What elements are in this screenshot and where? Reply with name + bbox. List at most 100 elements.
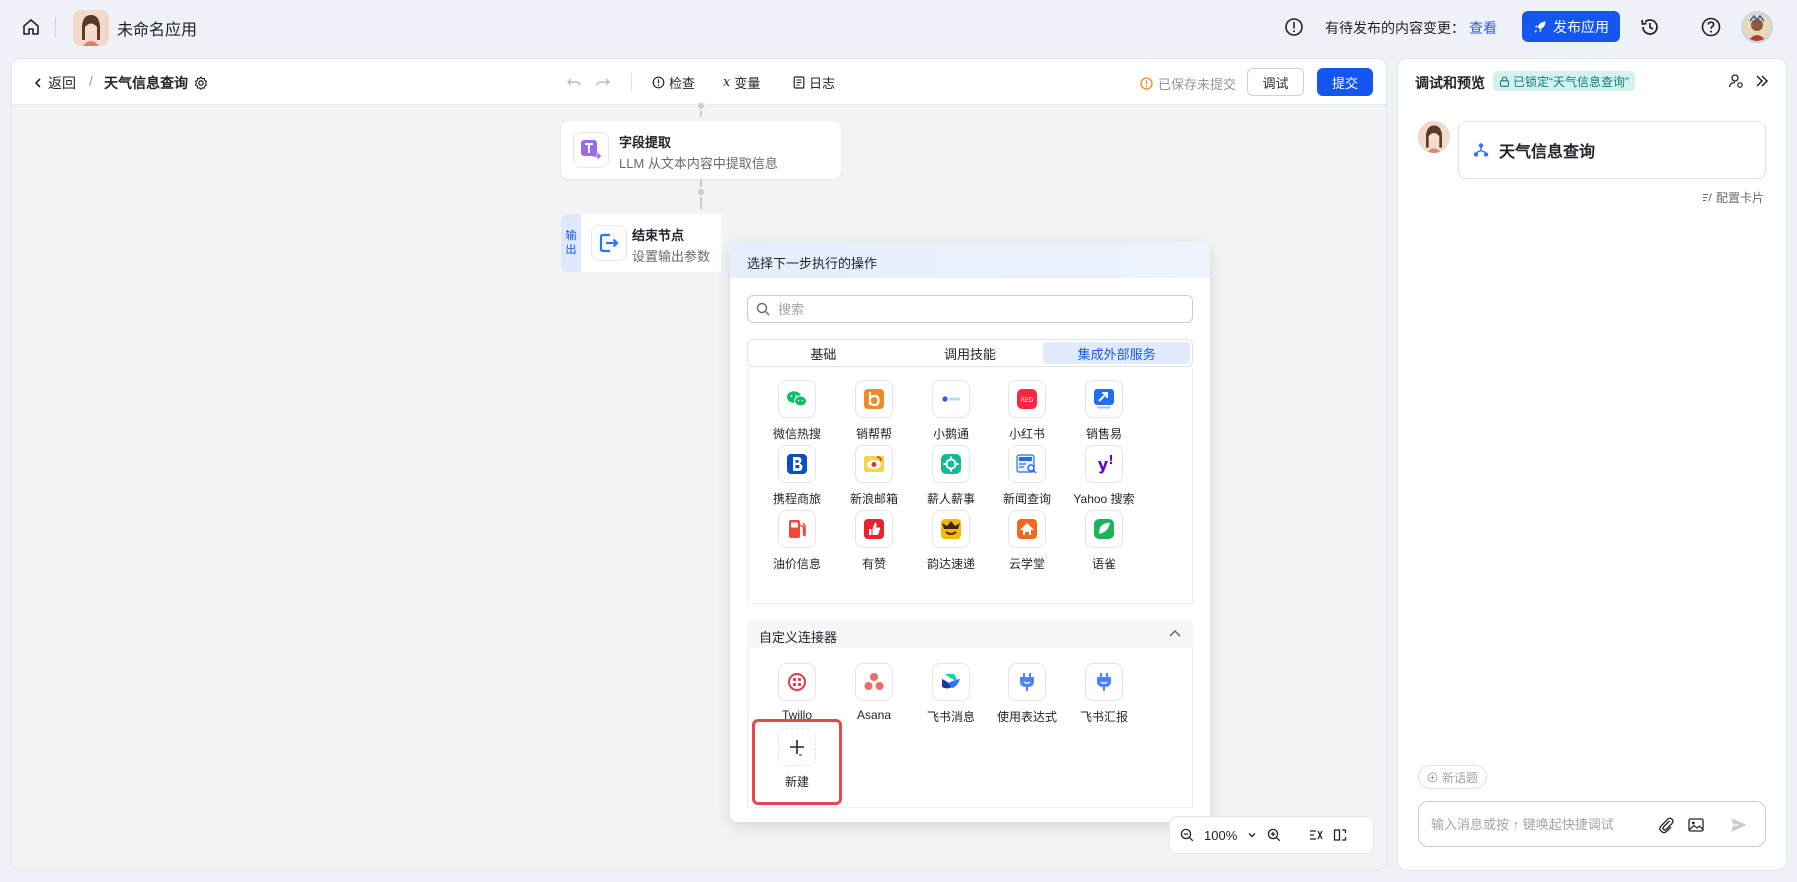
service-item[interactable]: 微信热搜 — [757, 380, 837, 442]
search-field[interactable] — [747, 295, 1193, 323]
custom-connector-item[interactable]: 飞书消息 — [911, 663, 991, 725]
warning-circle-icon — [1140, 77, 1153, 90]
zoom-in-icon[interactable] — [1267, 828, 1281, 842]
service-label: 销帮帮 — [855, 427, 892, 441]
image-icon[interactable] — [1687, 816, 1705, 834]
undo-icon[interactable] — [566, 74, 582, 94]
service-item[interactable]: 销售易 — [1064, 380, 1144, 442]
logs-button[interactable]: 日志 — [793, 73, 835, 92]
service-item[interactable]: 小鹅通 — [911, 380, 991, 442]
service-item[interactable]: 销帮帮 — [834, 380, 914, 442]
tab-skills[interactable]: 调用技能 — [897, 342, 1044, 364]
back-button[interactable]: 返回 — [32, 73, 76, 93]
end-node[interactable]: 输 出 结束节点 设置输出参数 — [561, 214, 721, 272]
chevron-down-icon[interactable] — [1247, 830, 1257, 840]
user-settings-icon[interactable] — [1728, 73, 1744, 89]
node-port[interactable] — [696, 187, 706, 197]
breadcrumb-separator: / — [89, 73, 93, 89]
service-label: 云学堂 — [1008, 557, 1045, 571]
category-tabs: 基础 调用技能 集成外部服务 — [747, 339, 1193, 367]
app-name[interactable]: 未命名应用 — [117, 16, 197, 40]
tab-external-services[interactable]: 集成外部服务 — [1043, 342, 1191, 364]
svg-text:y: y — [1098, 455, 1109, 474]
service-item[interactable]: 新闻查询 — [987, 445, 1067, 507]
service-item[interactable]: y! Yahoo 搜索 — [1064, 445, 1144, 507]
service-item[interactable]: 薪人薪事 — [911, 445, 991, 507]
field-extract-node[interactable]: 字段提取 LLM 从文本内容中提取信息 — [561, 121, 841, 179]
auto-layout-icon[interactable] — [1309, 828, 1323, 842]
canvas-header: 返回 / 天气信息查询 检查 𝑥 变量 日志 已保存未提交 调试 提交 — [12, 59, 1386, 105]
send-icon[interactable] — [1729, 815, 1749, 835]
custom-connector-label: 飞书消息 — [926, 710, 975, 724]
xiaoshouyi-icon — [1085, 380, 1123, 418]
alert-circle-icon — [1284, 17, 1304, 37]
service-label: Yahoo 搜索 — [1073, 492, 1135, 506]
debug-button[interactable]: 调试 — [1247, 68, 1304, 96]
check-button[interactable]: 检查 — [652, 73, 695, 92]
help-icon[interactable] — [1700, 16, 1722, 38]
new-topic-button[interactable]: 新话题 — [1418, 765, 1488, 789]
tab-basic[interactable]: 基础 — [750, 342, 897, 364]
service-item[interactable]: 携程商旅 — [757, 445, 837, 507]
feishu-icon — [932, 663, 970, 701]
chevron-up-icon[interactable] — [1167, 626, 1183, 642]
submit-button[interactable]: 提交 — [1317, 68, 1373, 96]
new-topic-icon — [1427, 772, 1438, 782]
home-button[interactable] — [18, 14, 44, 40]
xiaohongshu-icon: RED — [1008, 380, 1046, 418]
service-item[interactable]: 新浪邮箱 — [834, 445, 914, 507]
workflow-canvas[interactable]: 返回 / 天气信息查询 检查 𝑥 变量 日志 已保存未提交 调试 提交 字段提取… — [11, 58, 1387, 871]
new-connector-highlight — [752, 719, 842, 805]
service-item[interactable]: 韵达速递 — [911, 510, 991, 572]
custom-connector-item[interactable]: Asana — [834, 663, 914, 722]
next-step-popup[interactable]: 选择下一步执行的操作 基础 调用技能 集成外部服务 自定义连接器 新建 — [730, 242, 1210, 822]
logs-label: 日志 — [809, 76, 836, 91]
lock-badge-text: 已锁定“天气信息查询” — [1513, 74, 1629, 89]
config-card-link[interactable]: 配置卡片 — [1702, 189, 1764, 206]
news-icon — [1008, 445, 1046, 483]
app-avatar[interactable] — [73, 10, 109, 46]
service-item[interactable]: 有赞 — [834, 510, 914, 572]
view-changes-link[interactable]: 查看 — [1469, 18, 1497, 38]
double-chevron-right-icon[interactable] — [1754, 73, 1770, 89]
service-item[interactable]: 云学堂 — [987, 510, 1067, 572]
custom-connector-item[interactable]: Twillo — [757, 663, 837, 722]
history-icon[interactable] — [1639, 16, 1661, 38]
search-input[interactable] — [778, 301, 1178, 317]
lock-badge: 已锁定“天气信息查询” — [1493, 71, 1635, 91]
attachment-icon[interactable] — [1657, 816, 1675, 834]
publish-app-button[interactable]: 发布应用 — [1522, 11, 1620, 42]
chat-input[interactable] — [1431, 816, 1651, 832]
zoom-level[interactable]: 100% — [1204, 828, 1237, 843]
fit-view-icon[interactable] — [1333, 828, 1347, 842]
end-node-icon — [591, 225, 627, 261]
workflow-icon — [1473, 143, 1489, 157]
service-item[interactable]: 油价信息 — [757, 510, 837, 572]
service-label: 携程商旅 — [772, 492, 821, 506]
pending-changes-text: 有待发布的内容变更： — [1325, 20, 1465, 36]
user-avatar[interactable] — [1741, 11, 1773, 43]
custom-connectors-header[interactable]: 自定义连接器 — [747, 620, 1193, 648]
redo-icon[interactable] — [595, 74, 611, 94]
custom-connector-item[interactable]: 使用表达式 — [987, 663, 1067, 725]
workflow-card[interactable]: 天气信息查询 — [1458, 121, 1766, 179]
end-node-title: 结束节点 — [632, 228, 685, 243]
publish-app-label: 发布应用 — [1553, 18, 1609, 35]
gear-icon[interactable] — [194, 76, 208, 90]
topbar-divider — [55, 17, 56, 37]
custom-connector-item[interactable]: 飞书汇报 — [1064, 663, 1144, 725]
service-label: 小红书 — [1008, 427, 1045, 441]
bot-avatar — [1418, 121, 1450, 153]
flow-title-text: 天气信息查询 — [104, 75, 188, 91]
chevron-left-icon — [34, 78, 41, 88]
service-item[interactable]: 语雀 — [1064, 510, 1144, 572]
node-port[interactable] — [696, 101, 706, 111]
variable-icon: 𝑥 — [723, 75, 731, 90]
info-circle-icon — [652, 76, 665, 89]
service-item[interactable]: RED 小红书 — [987, 380, 1067, 442]
variables-button[interactable]: 𝑥 变量 — [723, 73, 760, 92]
popup-title: 选择下一步执行的操作 — [747, 256, 878, 271]
zoom-out-icon[interactable] — [1180, 828, 1194, 842]
yahoo-icon: y! — [1085, 445, 1123, 483]
asana-icon — [855, 663, 893, 701]
